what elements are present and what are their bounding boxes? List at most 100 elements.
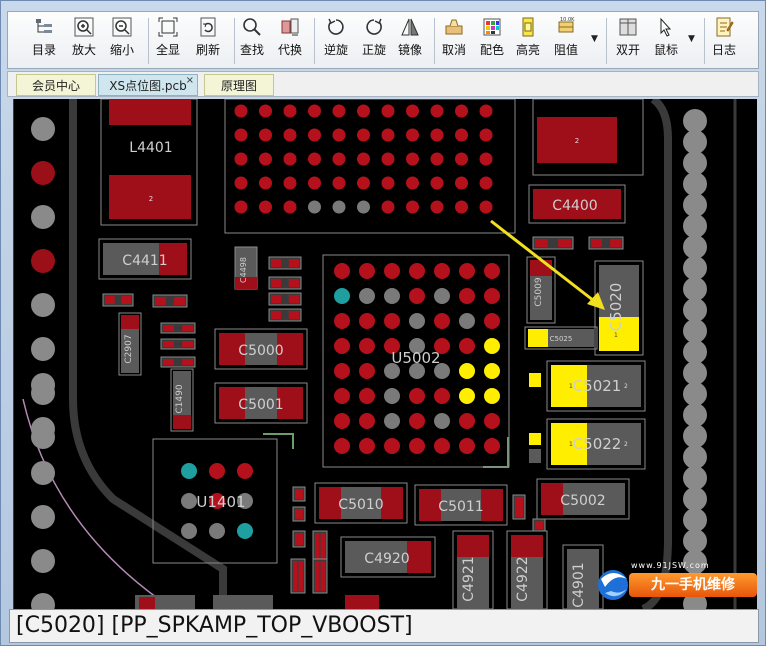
find-button[interactable]: 查找 — [240, 16, 264, 66]
bga-ball — [381, 176, 395, 190]
passive-pad — [182, 341, 193, 347]
dual-open-button[interactable]: 双开 — [616, 16, 640, 66]
passive-pad — [315, 533, 320, 559]
mouse-button[interactable]: 鼠标 — [654, 16, 678, 66]
bga-ball — [459, 338, 475, 354]
bga-ball — [484, 388, 500, 404]
bga-ball — [283, 104, 297, 118]
bga-ball — [406, 104, 419, 118]
pcb-board[interactable]: L4401 2 2 C4400 C4411 C4498 C2907 C5000 … — [13, 99, 757, 609]
resistance-button[interactable]: 10.0K 阻值 — [554, 16, 578, 66]
toolbar: 目录 放大 缩小 全显 刷新 查找 代换 逆旋 正旋 镜像 取消 配色 高亮 1… — [7, 11, 759, 69]
component-pad — [407, 541, 431, 573]
fit-all-button[interactable]: 全显 — [156, 16, 180, 66]
pcb-canvas[interactable]: L4401 2 2 C4400 C4411 C4498 C2907 C5000 … — [13, 99, 757, 609]
passive-pad — [105, 296, 115, 304]
component-pad — [139, 597, 155, 609]
board-trace — [641, 99, 672, 609]
via — [683, 424, 707, 448]
passive-pad — [288, 311, 299, 319]
tab-schematic[interactable]: 原理图 — [204, 74, 274, 96]
bga-ball — [430, 128, 444, 142]
tab-pcb-file[interactable]: XS点位图.pcb × — [98, 74, 198, 96]
component-pad-highlighted — [529, 433, 541, 445]
bga-ball — [334, 313, 350, 329]
bga-ball — [332, 104, 346, 118]
bga-ball — [484, 363, 500, 379]
cancel-button[interactable]: 取消 — [442, 16, 466, 66]
bga-ball — [359, 413, 375, 429]
tree-icon — [36, 19, 52, 33]
bga-ball — [308, 104, 321, 118]
via — [683, 403, 707, 427]
bga-ball — [409, 413, 425, 429]
color-scheme-button[interactable]: 配色 — [480, 16, 504, 66]
bga-ball — [334, 438, 350, 454]
component-pad — [481, 489, 503, 521]
bga-ball — [308, 152, 321, 166]
bga-ball — [406, 128, 419, 142]
passive-pad — [163, 359, 174, 365]
rotate-cw-button[interactable]: 正旋 — [362, 16, 386, 66]
bga-ball — [459, 413, 475, 429]
bga-ball — [384, 413, 400, 429]
log-button[interactable]: 日志 — [712, 16, 736, 66]
toolbar-separator — [704, 18, 705, 64]
bga-ball — [479, 128, 493, 142]
via — [683, 361, 707, 385]
dual-open-label: 双开 — [616, 43, 641, 57]
via — [683, 445, 707, 469]
rotate-ccw-button[interactable]: 逆旋 — [324, 16, 348, 66]
via — [31, 505, 55, 529]
tab-member-center[interactable]: 会员中心 — [16, 74, 96, 96]
close-icon[interactable]: × — [186, 70, 194, 92]
bga-ball — [181, 523, 197, 539]
bga-ball — [484, 288, 500, 304]
bga-ball — [359, 263, 375, 279]
via — [31, 293, 55, 317]
via — [31, 117, 55, 141]
bga-ball — [384, 388, 400, 404]
bga-ball — [479, 152, 493, 166]
via — [683, 298, 707, 322]
mirror-button[interactable]: 镜像 — [398, 16, 422, 66]
zoom-in-button[interactable]: 放大 — [72, 16, 96, 66]
component-label: C2907 — [124, 334, 134, 363]
passive-pad — [271, 295, 282, 303]
component-label: C5020 — [607, 283, 625, 332]
via — [683, 109, 707, 133]
highlight-button[interactable]: 高亮 — [516, 16, 540, 66]
resistance-dropdown-icon[interactable]: ▼ — [591, 34, 598, 44]
passive-pad — [320, 533, 325, 559]
pad-number: 2 — [149, 195, 153, 203]
toolbar-separator — [314, 18, 315, 64]
passive-pad — [295, 509, 299, 519]
bga-ball — [234, 152, 248, 166]
passive-pad — [535, 239, 548, 247]
replace-button[interactable]: 代换 — [278, 16, 302, 66]
bga-ball — [237, 523, 253, 539]
bga-ball — [209, 523, 225, 539]
cursor-icon — [660, 17, 672, 37]
catalog-button[interactable]: 目录 — [32, 16, 56, 66]
zoom-out-button[interactable]: 缩小 — [110, 16, 134, 66]
bga-ball — [283, 200, 297, 214]
watermark-site: www.91JSW.com — [631, 561, 710, 570]
mouse-dropdown-icon[interactable]: ▼ — [688, 34, 695, 44]
bga-ball — [237, 463, 253, 479]
bga-ball — [234, 128, 248, 142]
bga-ball — [381, 200, 395, 214]
refresh-button[interactable]: 刷新 — [196, 16, 220, 66]
component-label: C4901 — [571, 562, 587, 607]
bga-ball — [409, 263, 425, 279]
find-label: 查找 — [240, 43, 265, 57]
toolbar-separator — [606, 18, 607, 64]
component-label: C4921 — [461, 556, 477, 601]
rotate-cw-label: 正旋 — [362, 43, 387, 57]
via — [31, 461, 55, 485]
via — [683, 319, 707, 343]
mirror-label: 镜像 — [398, 43, 423, 57]
zoom-out-label: 缩小 — [110, 43, 135, 57]
bga-ball — [334, 388, 350, 404]
component-pad — [530, 260, 552, 276]
